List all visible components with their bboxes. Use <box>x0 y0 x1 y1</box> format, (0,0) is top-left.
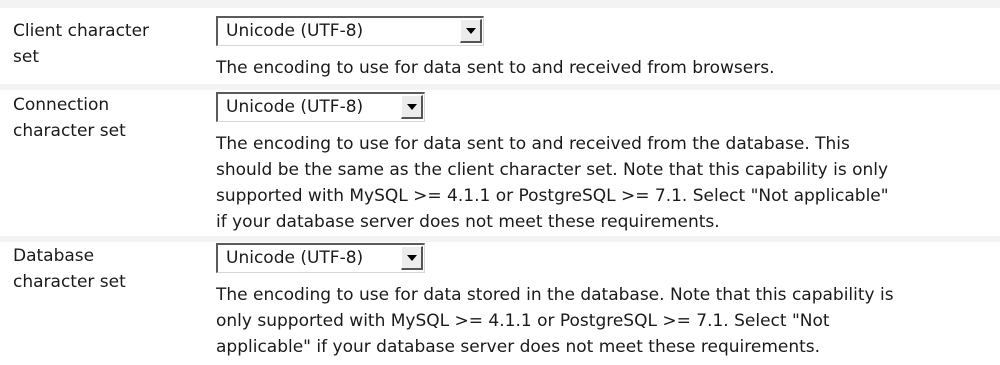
description-line: The encoding to use for data stored in t… <box>216 285 894 305</box>
dropdown-button[interactable] <box>460 19 482 43</box>
description-line: if your database server does not meet th… <box>216 212 720 232</box>
chevron-down-icon <box>407 104 417 110</box>
setting-label: Client character set <box>13 21 150 67</box>
dropdown-button[interactable] <box>401 246 423 270</box>
setting-description: The encoding to use for data stored in t… <box>216 282 1000 360</box>
select-value: Unicode (UTF-8) <box>226 97 364 117</box>
client-character-set-select[interactable]: Unicode (UTF-8) <box>216 16 484 46</box>
description-line: applicable" if your database server does… <box>216 337 821 357</box>
chevron-down-icon <box>407 255 417 261</box>
row-divider <box>0 84 1000 90</box>
select-value: Unicode (UTF-8) <box>226 21 364 41</box>
row-divider <box>0 236 1000 242</box>
dropdown-button[interactable] <box>401 95 423 119</box>
setting-field: Unicode (UTF-8) The encoding to use for … <box>216 16 1000 81</box>
description-line: should be the same as the client charact… <box>216 160 889 180</box>
description-line: only supported with MySQL >= 4.1.1 or Po… <box>216 311 830 331</box>
setting-description: The encoding to use for data sent to and… <box>216 55 1000 81</box>
database-character-set-select[interactable]: Unicode (UTF-8) <box>216 243 425 273</box>
setting-field: Unicode (UTF-8) The encoding to use for … <box>216 243 1000 360</box>
select-value: Unicode (UTF-8) <box>226 248 364 268</box>
top-divider <box>0 0 1000 8</box>
setting-label: Database character set <box>13 246 126 292</box>
description-line: The encoding to use for data sent to and… <box>216 58 775 78</box>
description-line: supported with MySQL >= 4.1.1 or Postgre… <box>216 186 889 206</box>
description-line: The encoding to use for data sent to and… <box>216 134 850 154</box>
setting-label: Connection character set <box>13 95 126 141</box>
character-set-settings-panel: Client character set Unicode (UTF-8) The… <box>0 0 1000 365</box>
connection-character-set-select[interactable]: Unicode (UTF-8) <box>216 92 425 122</box>
setting-description: The encoding to use for data sent to and… <box>216 131 1000 235</box>
chevron-down-icon <box>466 28 476 34</box>
setting-field: Unicode (UTF-8) The encoding to use for … <box>216 92 1000 235</box>
